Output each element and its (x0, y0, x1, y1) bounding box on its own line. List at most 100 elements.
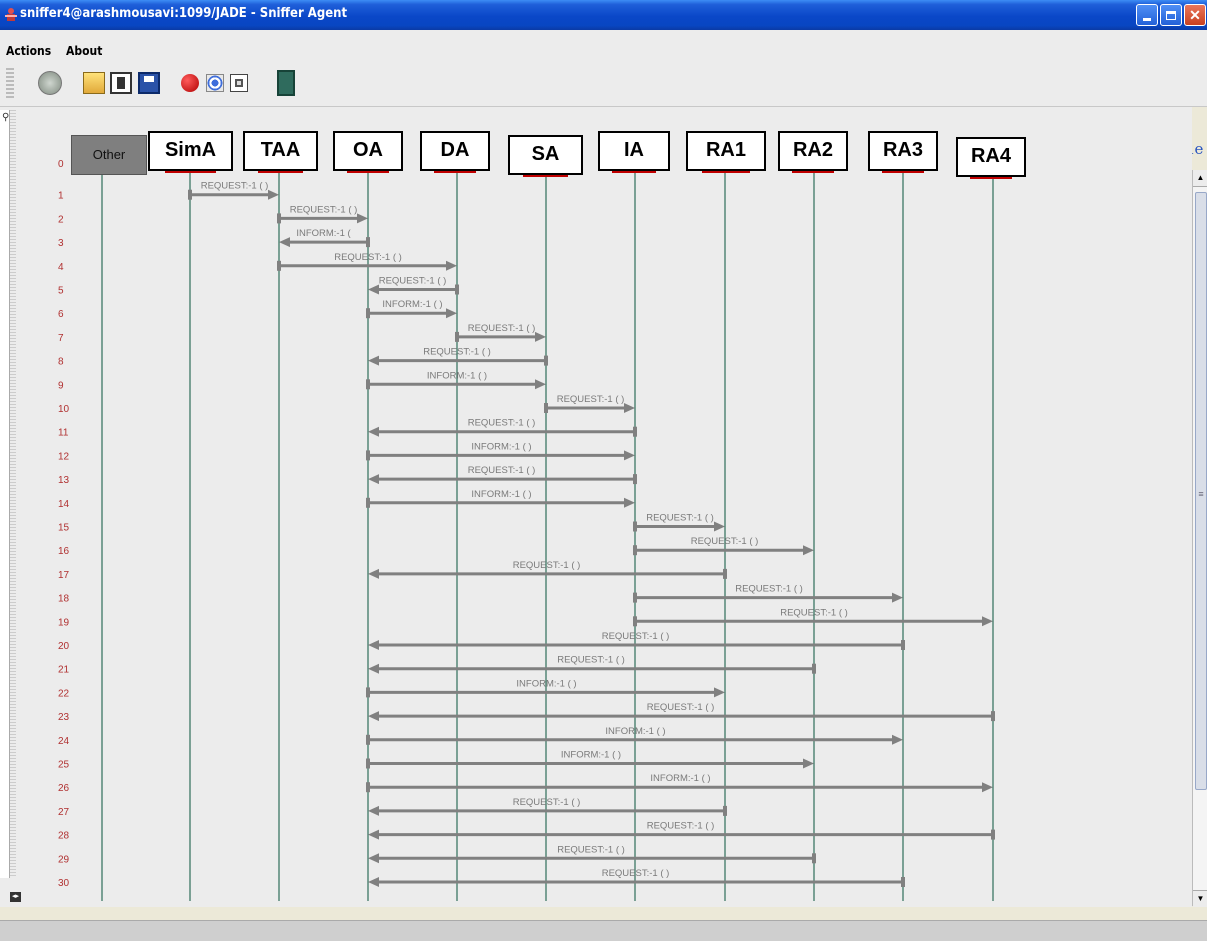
agent-box-simA[interactable]: SimA (148, 131, 233, 171)
row-number: 13 (58, 475, 70, 486)
window-title: sniffer4@arashmousavi:1099/JADE - Sniffe… (20, 6, 348, 21)
message-arrow[interactable]: REQUEST:-1 ( ) (368, 347, 548, 366)
message-arrow[interactable]: REQUEST:-1 ( ) (368, 797, 727, 816)
message-arrow[interactable]: REQUEST:-1 ( ) (277, 204, 368, 224)
row-number: 17 (58, 570, 70, 581)
row-number: 27 (58, 807, 70, 818)
message-arrowhead (892, 592, 903, 603)
minimize-button[interactable] (1136, 4, 1158, 26)
status-bar (0, 920, 1207, 941)
filter-icon[interactable] (230, 74, 248, 92)
message-label: REQUEST:-1 ( ) (647, 702, 715, 713)
message-arrow[interactable]: REQUEST:-1 ( ) (368, 418, 637, 437)
open-folder-icon[interactable] (83, 72, 105, 94)
split-arrows-icon[interactable]: ◂▸ (10, 892, 21, 902)
target-icon[interactable] (206, 74, 224, 92)
agent-box-ra2[interactable]: RA2 (778, 131, 848, 171)
agent-box-taa[interactable]: TAA (243, 131, 318, 171)
message-label: INFORM:-1 ( ) (471, 489, 531, 500)
row-number: 3 (58, 238, 64, 249)
message-arrow[interactable]: REQUEST:-1 ( ) (277, 252, 457, 271)
toolbar: J ade (0, 62, 1207, 158)
write-file-icon[interactable] (110, 72, 132, 94)
message-arrow[interactable]: REQUEST:-1 ( ) (368, 844, 816, 864)
agent-box-ra1[interactable]: RA1 (686, 131, 766, 171)
row-number: 14 (58, 499, 70, 510)
message-arrowhead (368, 355, 379, 366)
floppy-disk-icon[interactable] (138, 72, 160, 94)
message-label: REQUEST:-1 ( ) (513, 797, 581, 808)
message-sequence-canvas[interactable]: 0 1 2 3 4 5 6 7 8 9 10 11 12 13 14 15 16 17 18 19 20 21 22 23 24… (48, 107, 1192, 907)
window-titlebar[interactable]: sniffer4@arashmousavi:1099/JADE - Sniffe… (0, 0, 1207, 30)
message-label: REQUEST:-1 ( ) (468, 323, 536, 334)
message-arrow[interactable]: INFORM:-1 ( ) (366, 489, 635, 508)
message-arrow[interactable]: REQUEST:-1 ( ) (633, 584, 903, 603)
agent-underline-ra4 (970, 177, 1012, 179)
message-arrow[interactable]: REQUEST:-1 ( ) (633, 607, 993, 627)
scroll-down-arrow-icon[interactable]: ▼ (1193, 890, 1207, 907)
jade-agent-icon (5, 8, 17, 21)
message-arrow[interactable]: REQUEST:-1 ( ) (368, 821, 995, 840)
message-label: REQUEST:-1 ( ) (602, 631, 670, 642)
message-arrow[interactable]: REQUEST:-1 ( ) (368, 631, 905, 650)
agent-box-ia[interactable]: IA (598, 131, 670, 171)
scroll-up-arrow-icon[interactable]: ▲ (1193, 170, 1207, 187)
message-arrowhead (368, 474, 379, 485)
scroll-thumb[interactable]: ≡ (1195, 192, 1207, 790)
message-arrow[interactable]: REQUEST:-1 ( ) (633, 536, 814, 556)
message-label: INFORM:-1 ( ) (427, 370, 487, 381)
recycle-bin-icon[interactable] (38, 71, 62, 95)
agent-underline-ra1 (702, 171, 750, 173)
tree-node-handle-icon[interactable]: ⚲ (2, 112, 9, 123)
toolbar-grip[interactable] (6, 68, 14, 100)
message-arrowhead (892, 734, 903, 745)
message-arrow[interactable]: REQUEST:-1 ( ) (368, 465, 637, 485)
agent-box-oa[interactable]: OA (333, 131, 403, 171)
split-pane-divider[interactable] (10, 110, 16, 878)
record-icon[interactable] (181, 74, 199, 92)
agent-box-sa[interactable]: SA (508, 135, 583, 175)
message-arrow[interactable]: INFORM:-1 ( ) (366, 441, 635, 461)
row-number: 8 (58, 357, 64, 368)
menu-about[interactable]: About (66, 44, 102, 58)
row-number: 16 (58, 546, 70, 557)
message-arrow[interactable]: REQUEST:-1 ( ) (368, 868, 905, 887)
message-arrow[interactable]: REQUEST:-1 ( ) (544, 394, 635, 413)
message-arrow[interactable]: INFORM:-1 ( ) (366, 750, 814, 769)
menu-actions[interactable]: Actions (6, 44, 51, 58)
agent-tree-collapsed[interactable] (0, 110, 10, 878)
message-arrowhead (368, 829, 379, 840)
message-label: REQUEST:-1 ( ) (290, 204, 358, 215)
message-arrowhead (624, 497, 635, 508)
message-arrow[interactable]: REQUEST:-1 ( ) (368, 702, 995, 722)
agent-box-ra4[interactable]: RA4 (956, 137, 1026, 177)
message-arrow[interactable]: REQUEST:-1 ( ) (368, 655, 816, 674)
agent-box-ra3[interactable]: RA3 (868, 131, 938, 171)
message-arrow[interactable]: INFORM:-1 ( ) (366, 299, 457, 319)
message-label: REQUEST:-1 ( ) (602, 868, 670, 879)
message-arrow[interactable]: INFORM:-1 ( (279, 228, 370, 248)
message-arrow[interactable]: REQUEST:-1 ( ) (188, 181, 279, 200)
message-arrow[interactable]: REQUEST:-1 ( ) (368, 276, 459, 295)
minimize-icon (1143, 17, 1151, 21)
vertical-scrollbar[interactable]: ▲ ≡ ▼ (1192, 170, 1207, 907)
agent-box-da[interactable]: DA (420, 131, 490, 171)
message-arrow[interactable]: INFORM:-1 ( ) (366, 773, 993, 793)
message-arrow[interactable]: REQUEST:-1 ( ) (368, 560, 727, 579)
row-number: 30 (58, 878, 70, 889)
message-arrow[interactable]: REQUEST:-1 ( ) (633, 513, 725, 532)
message-arrowhead (446, 308, 457, 319)
message-arrow[interactable]: INFORM:-1 ( ) (366, 370, 546, 390)
close-button[interactable]: ✕ (1184, 4, 1206, 26)
row-number: 9 (58, 380, 64, 391)
row-number: 18 (58, 594, 70, 605)
agent-box-other[interactable]: Other (71, 135, 147, 175)
message-arrowhead (368, 711, 379, 722)
maximize-button[interactable] (1160, 4, 1182, 26)
message-arrowhead (714, 687, 725, 698)
message-label: REQUEST:-1 ( ) (557, 394, 625, 405)
door-exit-icon[interactable] (277, 70, 295, 96)
message-arrow[interactable]: REQUEST:-1 ( ) (455, 323, 546, 342)
row-number: 20 (58, 641, 70, 652)
message-arrowhead (368, 640, 379, 650)
